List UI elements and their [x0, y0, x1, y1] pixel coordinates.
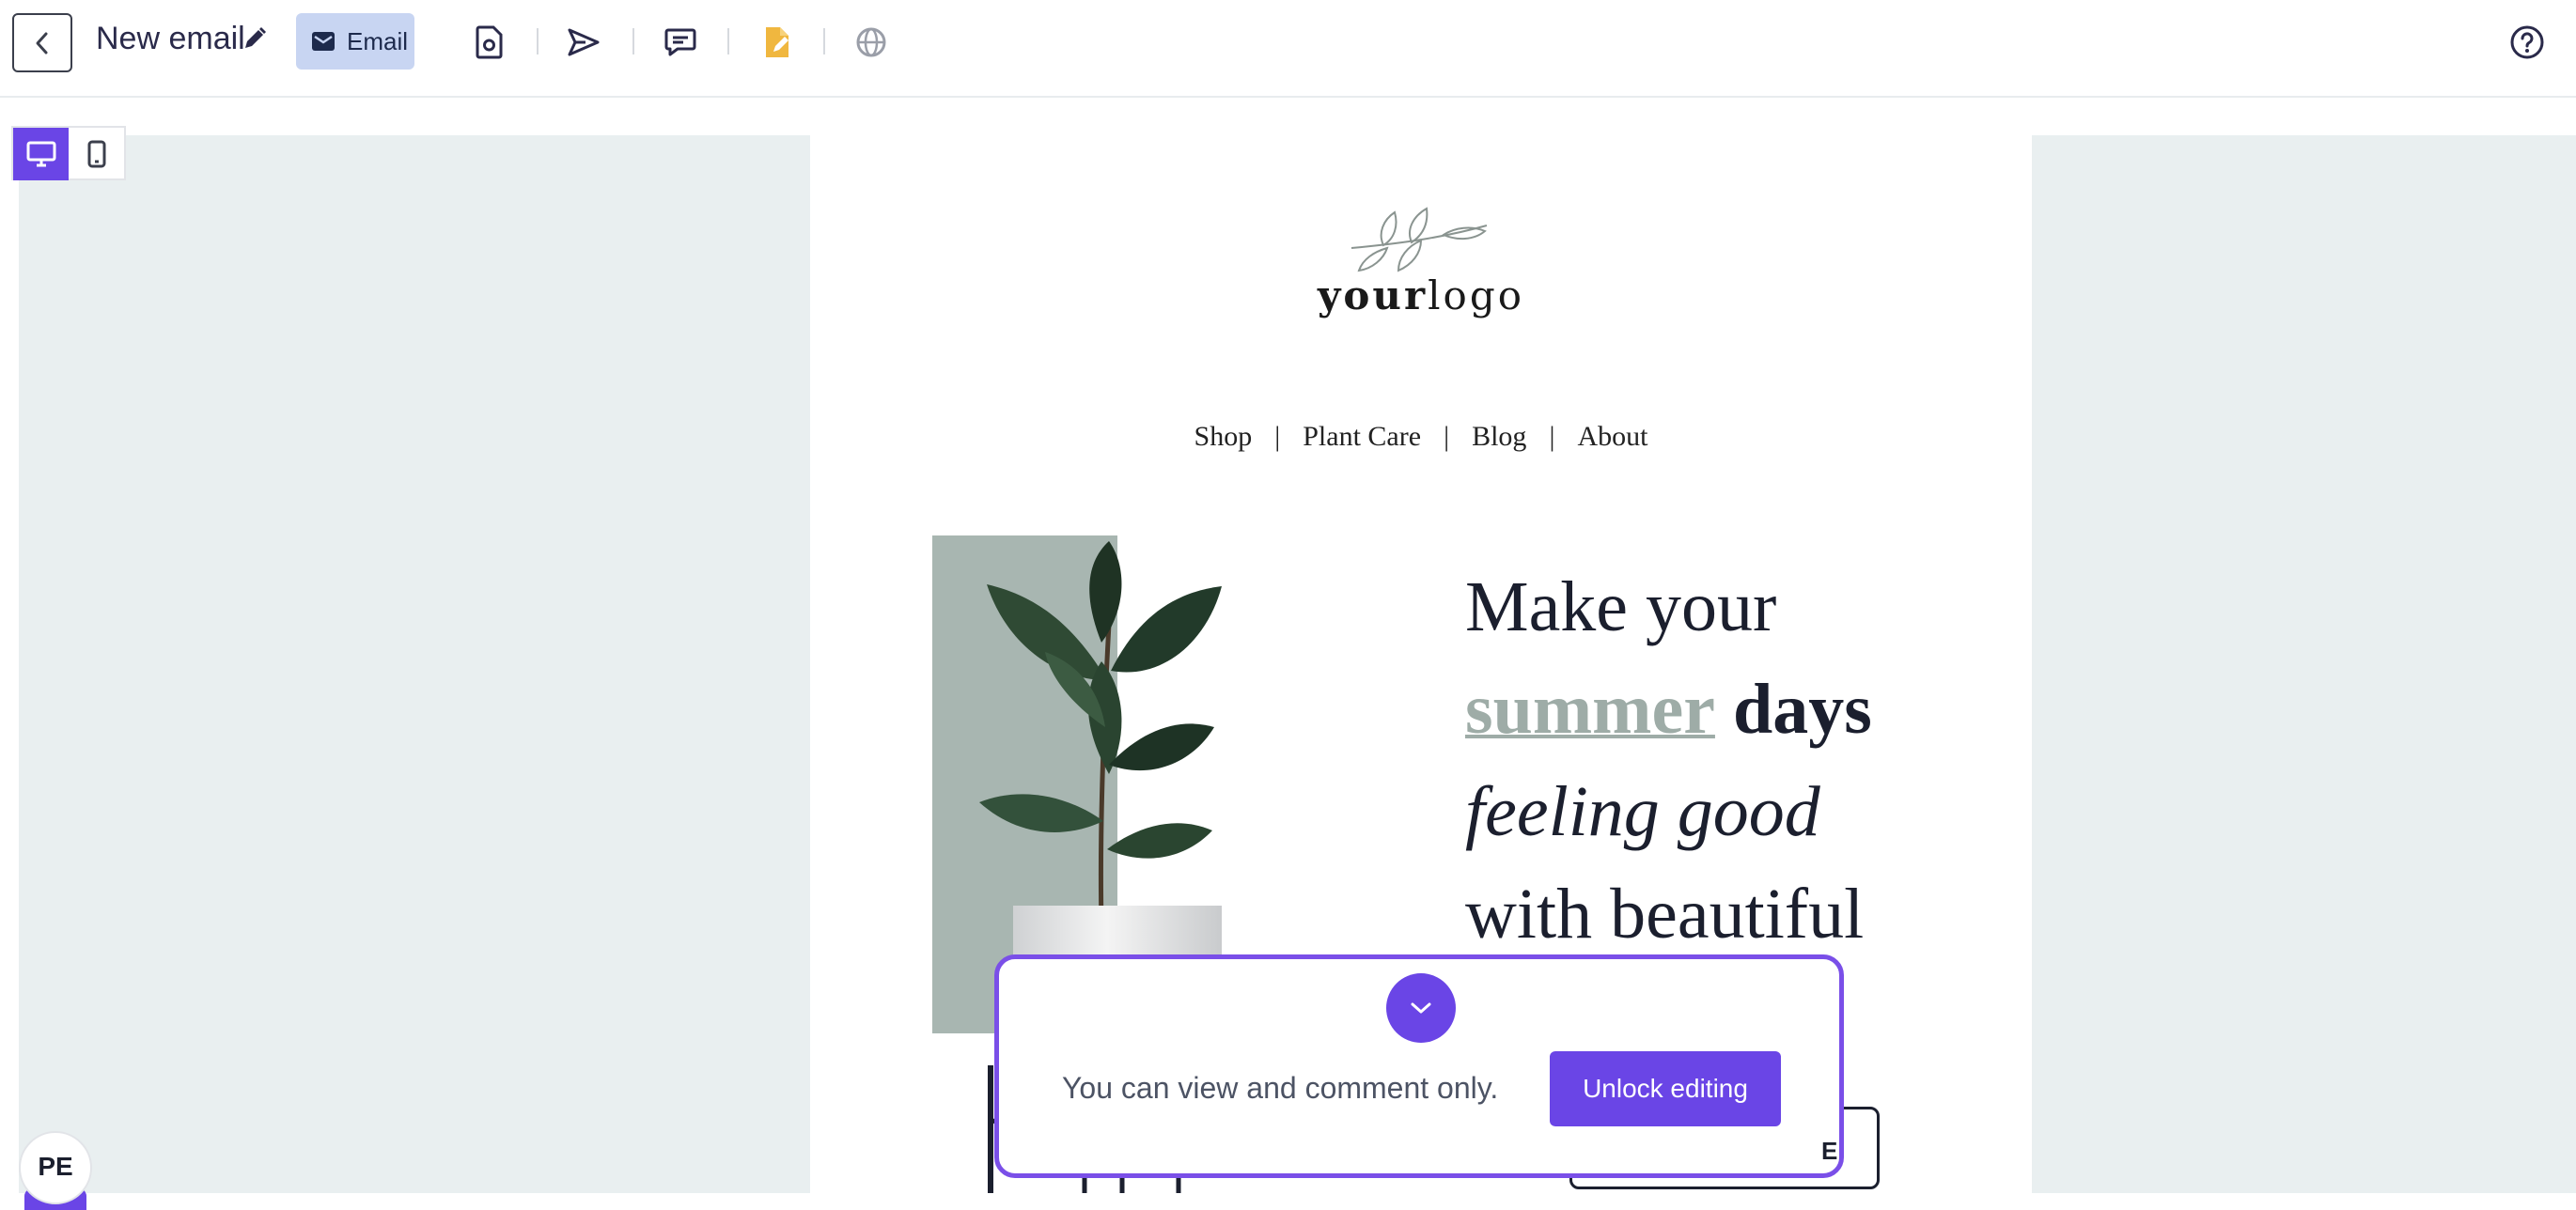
comments-button[interactable]: [661, 23, 700, 62]
headline-days: days: [1732, 670, 1872, 749]
headline-line-2: summer days: [1465, 659, 1872, 761]
envelope-icon: [312, 32, 335, 51]
collapse-banner-button[interactable]: [1386, 973, 1456, 1043]
send-button[interactable]: [564, 23, 603, 62]
toolbar-divider: [727, 28, 729, 54]
top-toolbar: New email Email: [0, 0, 2576, 98]
logo-text-light: logo: [1428, 272, 1524, 318]
toolbar-divider: [823, 28, 825, 54]
readonly-message: You can view and comment only.: [1062, 1071, 1499, 1105]
cta-button-label-peek: E: [1821, 1137, 1838, 1165]
email-chip-label: Email: [347, 26, 409, 55]
pencil-icon[interactable]: [242, 26, 267, 51]
document-edit-icon: [766, 27, 788, 57]
nav-item-plant-care[interactable]: Plant Care: [1303, 421, 1421, 453]
email-nav: Shop | Plant Care | Blog | About: [810, 421, 2032, 453]
nav-separator: |: [1549, 421, 1555, 452]
brand-logo-text: yourlogo: [810, 272, 2032, 318]
globe-icon: [856, 27, 886, 57]
document-edit-button[interactable]: [757, 23, 797, 62]
logo-text-bold: your: [1318, 272, 1429, 318]
send-icon: [568, 28, 600, 56]
desktop-icon: [26, 141, 55, 167]
desktop-view-button[interactable]: [13, 128, 69, 180]
plant-image: [979, 541, 1222, 925]
toolbar-divider: [537, 28, 539, 54]
back-button[interactable]: [12, 13, 72, 72]
comment-icon: [664, 28, 696, 56]
mobile-view-button[interactable]: [69, 128, 124, 180]
nav-item-about[interactable]: About: [1577, 421, 1647, 453]
headline-summer: summer: [1465, 670, 1715, 749]
headline-line-4: with beautiful: [1465, 875, 1865, 954]
avatar[interactable]: PE: [19, 1131, 92, 1204]
chevron-down-icon: [1411, 1002, 1431, 1014]
chevron-left-icon: [36, 32, 48, 54]
mobile-icon: [87, 140, 105, 168]
email-title[interactable]: New email: [96, 21, 245, 57]
device-preview-toggle: [11, 126, 126, 180]
toolbar-divider: [632, 28, 634, 54]
document-settings-button[interactable]: [470, 23, 509, 62]
headline-line-1: Make your: [1465, 567, 1777, 646]
headline-line-3: feeling good: [1465, 772, 1820, 851]
nav-separator: |: [1274, 421, 1281, 452]
language-button[interactable]: [851, 23, 891, 62]
nav-item-shop[interactable]: Shop: [1194, 421, 1253, 453]
document-settings-icon: [476, 25, 503, 59]
nav-item-blog[interactable]: Blog: [1472, 421, 1526, 453]
email-type-chip[interactable]: Email: [296, 13, 414, 70]
unlock-editing-button[interactable]: Unlock editing: [1550, 1051, 1781, 1126]
nav-separator: |: [1444, 421, 1450, 452]
help-icon[interactable]: [2509, 24, 2545, 60]
